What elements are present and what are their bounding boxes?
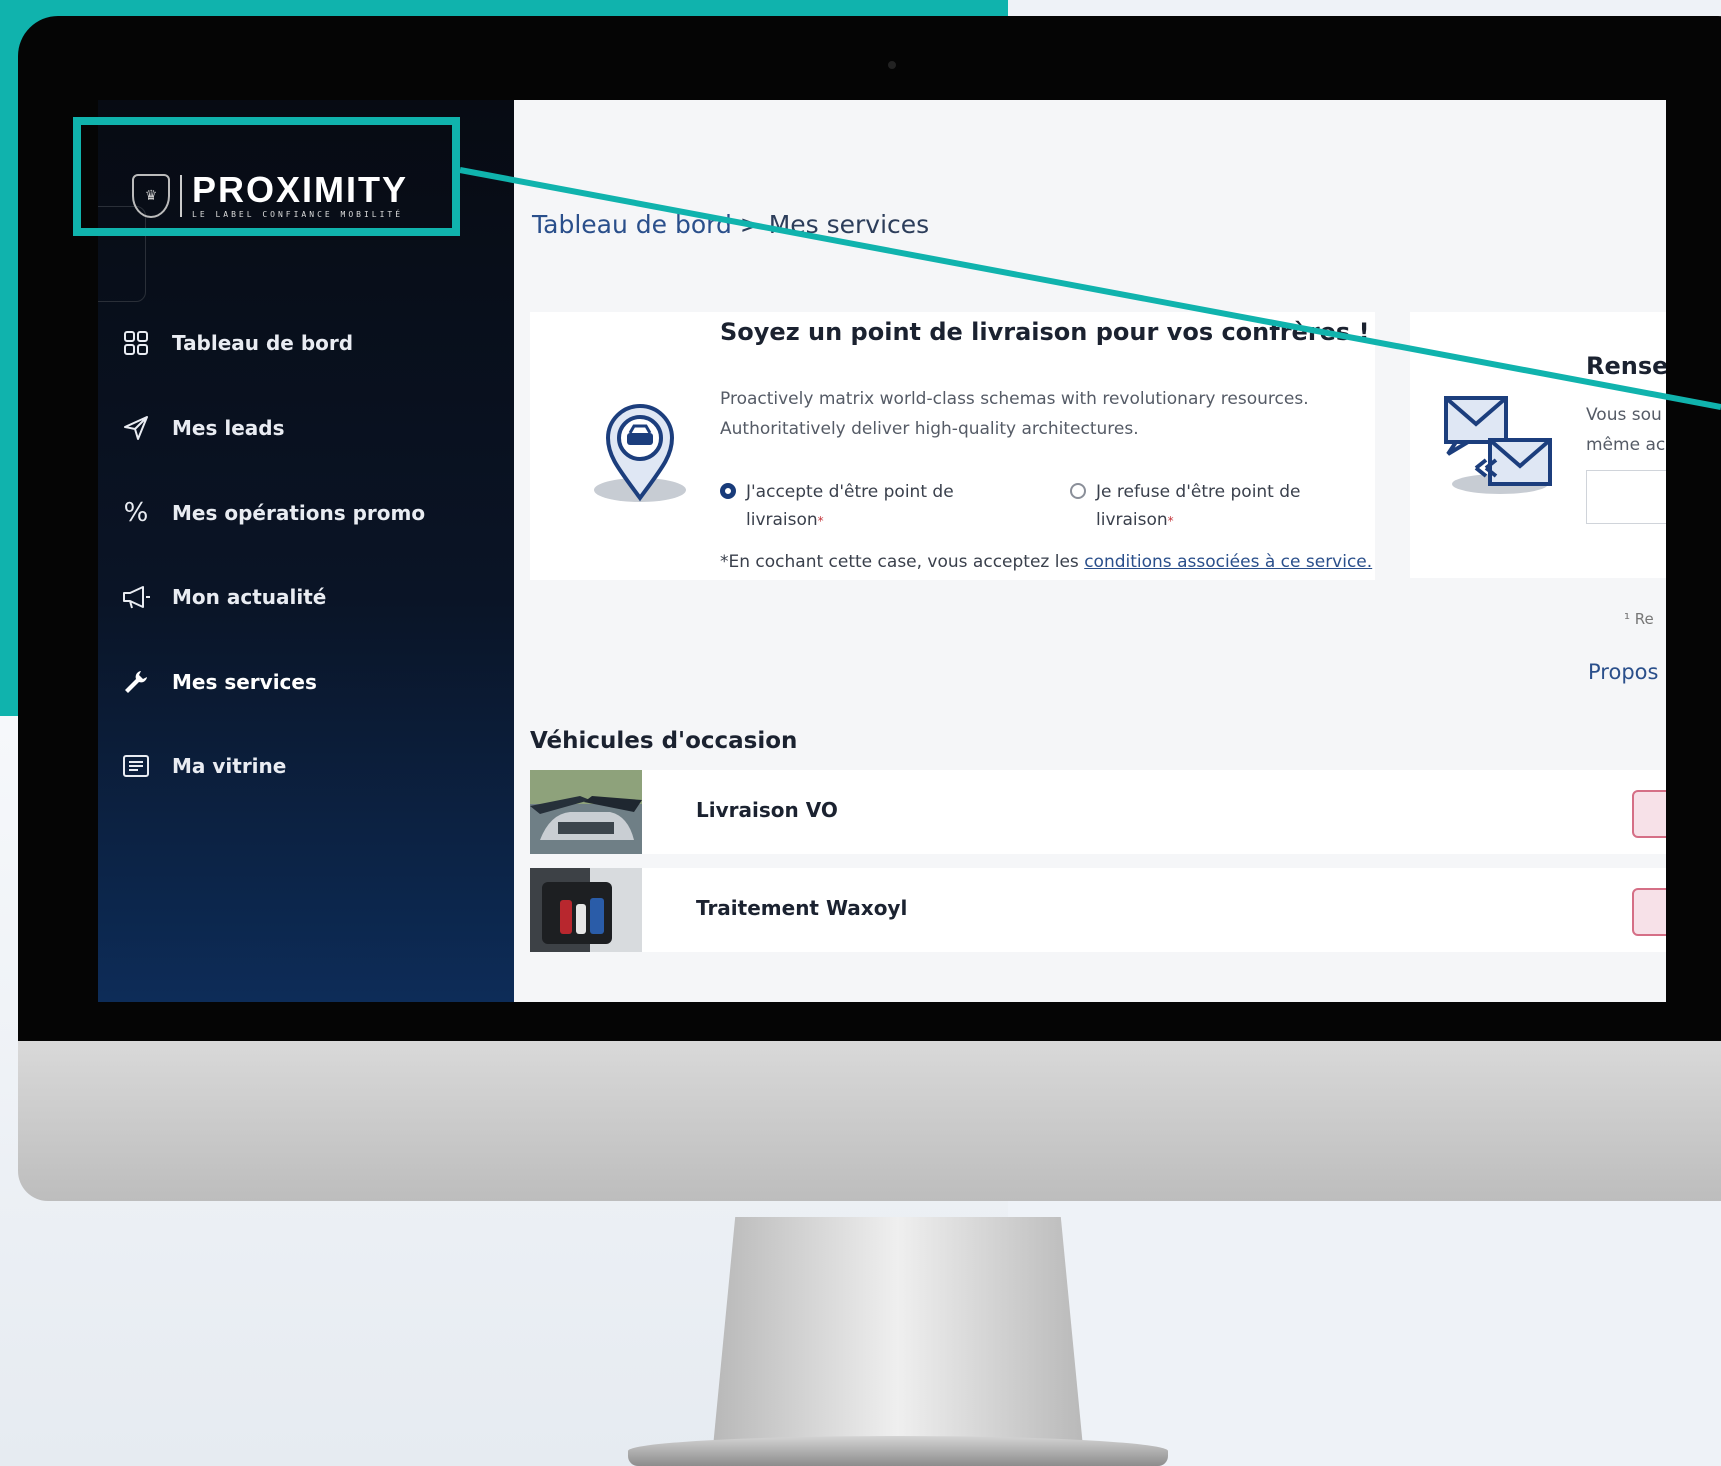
highlight-pointer-line [459, 167, 1721, 410]
